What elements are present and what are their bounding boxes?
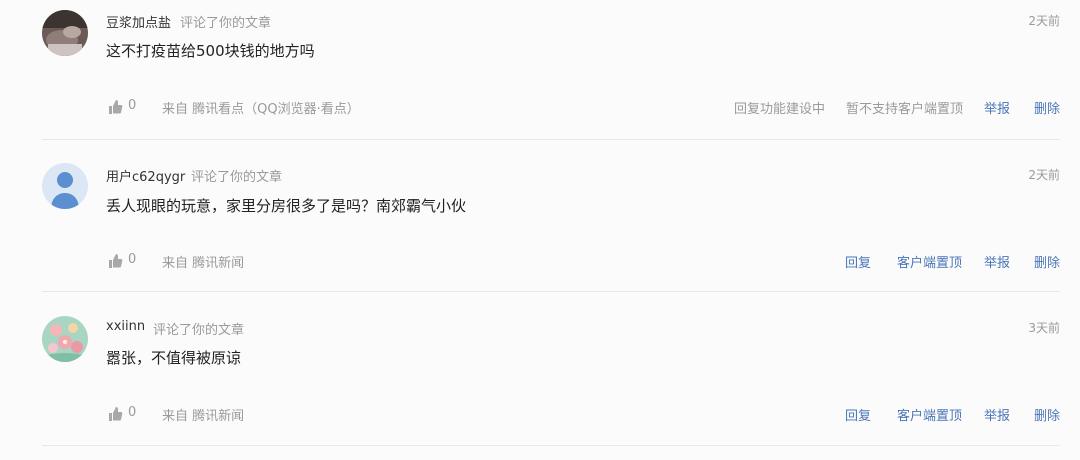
report-button[interactable]: 举报 bbox=[984, 405, 1010, 424]
like-count: 0 bbox=[128, 405, 137, 420]
comment-item: 用户c62qygr 评论了你的文章 2天前 丢人现眼的玩意，家里分房很多了是吗？… bbox=[0, 140, 1080, 292]
delete-button[interactable]: 删除 bbox=[1034, 405, 1060, 424]
comment-footer: 0 来自 腾讯看点（QQ浏览器·看点） 回复功能建设中 暂不支持客户端置顶 举报… bbox=[0, 97, 1080, 117]
delete-button[interactable]: 删除 bbox=[1034, 98, 1060, 117]
reply-button[interactable]: 回复 bbox=[845, 405, 871, 424]
floral-avatar bbox=[42, 316, 88, 362]
comment-footer: 0 来自 腾讯新闻 回复 客户端置顶 举报 删除 bbox=[0, 251, 1080, 271]
reply-button[interactable]: 回复 bbox=[845, 252, 871, 271]
username[interactable]: 豆浆加点盐 bbox=[106, 12, 171, 31]
avatar[interactable] bbox=[42, 10, 88, 56]
avatar[interactable] bbox=[42, 316, 88, 362]
report-button[interactable]: 举报 bbox=[984, 98, 1010, 117]
comment-text: 这不打疫苗给500块钱的地方吗 bbox=[106, 42, 315, 60]
pin-button[interactable]: 客户端置顶 bbox=[897, 252, 962, 271]
delete-button[interactable]: 删除 bbox=[1034, 252, 1060, 271]
comment-source: 来自 腾讯新闻 bbox=[162, 256, 245, 271]
comment-text: 嚣张，不值得被原谅 bbox=[106, 349, 242, 367]
action-text: 评论了你的文章 bbox=[153, 323, 245, 338]
comment-item: 豆浆加点盐 评论了你的文章 2天前 这不打疫苗给500块钱的地方吗 0 来自 腾… bbox=[0, 0, 1080, 140]
action-text: 评论了你的文章 bbox=[191, 170, 283, 185]
thumbs-up-icon[interactable] bbox=[107, 406, 123, 422]
comment-item: xxiinn 评论了你的文章 3天前 嚣张，不值得被原谅 0 来自 腾讯新闻 回… bbox=[0, 292, 1080, 447]
thumbs-up-icon[interactable] bbox=[107, 99, 123, 115]
pin-unsupported-text: 暂不支持客户端置顶 bbox=[846, 102, 964, 117]
reply-disabled-text: 回复功能建设中 bbox=[734, 102, 826, 117]
action-text: 评论了你的文章 bbox=[180, 16, 272, 31]
username[interactable]: 用户c62qygr bbox=[106, 166, 185, 185]
comment-text: 丢人现眼的玩意，家里分房很多了是吗？南郊霸气小伙 bbox=[106, 197, 467, 215]
default-user-avatar bbox=[42, 163, 88, 209]
timestamp: 3天前 bbox=[1028, 321, 1060, 335]
comment-source: 来自 腾讯看点（QQ浏览器·看点） bbox=[162, 102, 360, 117]
avatar[interactable] bbox=[42, 163, 88, 209]
like-count: 0 bbox=[128, 98, 137, 113]
username[interactable]: xxiinn bbox=[106, 319, 145, 334]
comment-list: 豆浆加点盐 评论了你的文章 2天前 这不打疫苗给500块钱的地方吗 0 来自 腾… bbox=[0, 0, 1080, 460]
timestamp: 2天前 bbox=[1028, 14, 1060, 28]
report-button[interactable]: 举报 bbox=[984, 252, 1010, 271]
pin-button[interactable]: 客户端置顶 bbox=[897, 405, 962, 424]
comment-source: 来自 腾讯新闻 bbox=[162, 409, 245, 424]
timestamp: 2天前 bbox=[1028, 168, 1060, 182]
like-count: 0 bbox=[128, 252, 137, 267]
divider bbox=[42, 445, 1060, 446]
user-photo-avatar bbox=[42, 10, 88, 56]
thumbs-up-icon[interactable] bbox=[107, 253, 123, 269]
comment-footer: 0 来自 腾讯新闻 回复 客户端置顶 举报 删除 bbox=[0, 404, 1080, 424]
